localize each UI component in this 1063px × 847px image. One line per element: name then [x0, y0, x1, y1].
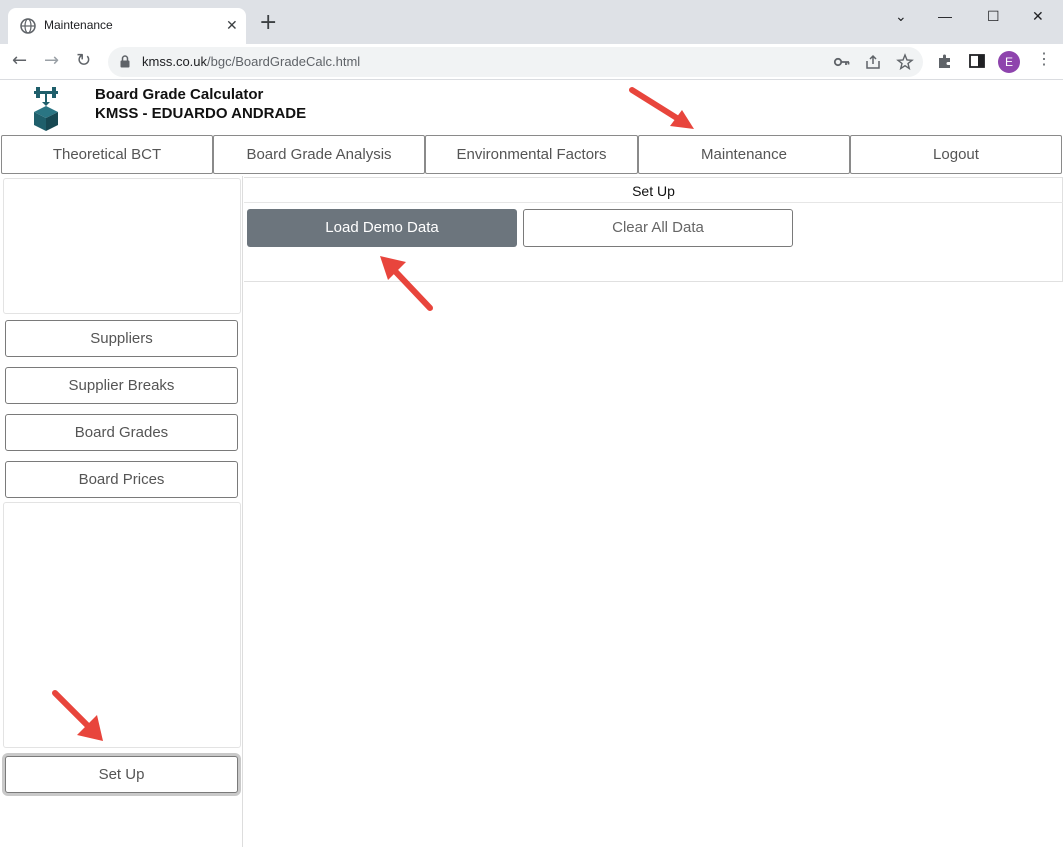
tab-theoretical-bct[interactable]: Theoretical BCT [1, 135, 213, 174]
browser-menu-icon[interactable]: ⋮ [1036, 50, 1052, 70]
logo-box-icon [34, 87, 58, 131]
window-close-icon[interactable]: ✕ [1032, 8, 1044, 25]
maximize-icon[interactable]: ☐ [987, 8, 1000, 25]
sidebar: Suppliers Supplier Breaks Board Grades B… [0, 176, 243, 847]
profile-avatar[interactable]: E [998, 51, 1020, 73]
tab-title: Maintenance [44, 18, 113, 32]
sidebar-item-board-grades[interactable]: Board Grades [5, 414, 238, 451]
globe-icon [20, 18, 36, 34]
lock-icon [120, 55, 130, 68]
sidebar-item-supplier-breaks[interactable]: Supplier Breaks [5, 367, 238, 404]
key-icon[interactable] [833, 53, 851, 71]
back-icon[interactable]: ← [12, 50, 27, 72]
tab-logout[interactable]: Logout [850, 135, 1062, 174]
share-icon[interactable] [864, 53, 882, 71]
tab-close-icon[interactable]: ✕ [226, 16, 238, 34]
sidebar-middle-panel [3, 502, 241, 748]
annotation-arrow-icon [52, 690, 103, 741]
browser-tab[interactable]: Maintenance ✕ [8, 8, 246, 44]
sidebar-item-suppliers[interactable]: Suppliers [5, 320, 238, 357]
url-text: kmss.co.uk/bgc/BoardGradeCalc.html [142, 54, 360, 69]
app-subtitle: KMSS - EDUARDO ANDRADE [95, 105, 307, 122]
new-tab-icon[interactable]: + [259, 12, 277, 34]
setup-panel: Set Up Load Demo Data Clear All Data [244, 177, 1063, 282]
side-panel-icon[interactable] [968, 52, 986, 70]
browser-toolbar: ← → ↻ kmss.co.uk/bgc/BoardGradeCalc.html… [0, 44, 1063, 80]
annotation-arrow-icon [629, 87, 694, 129]
app-title: Board Grade Calculator [95, 86, 264, 103]
clear-all-data-button[interactable]: Clear All Data [523, 209, 793, 247]
app-header: Board Grade Calculator KMSS - EDUARDO AN… [0, 81, 1063, 134]
url-path: /bgc/BoardGradeCalc.html [207, 54, 361, 69]
tab-maintenance[interactable]: Maintenance [638, 135, 850, 174]
panel-title: Set Up [632, 183, 675, 199]
extensions-icon[interactable] [936, 52, 954, 70]
tab-search-icon[interactable]: ⌄ [895, 8, 907, 25]
sidebar-top-panel [3, 178, 241, 314]
sidebar-item-board-prices[interactable]: Board Prices [5, 461, 238, 498]
tab-board-grade-analysis[interactable]: Board Grade Analysis [213, 135, 425, 174]
panel-divider [244, 202, 1063, 203]
minimize-icon[interactable]: — [938, 8, 952, 24]
bookmark-star-icon[interactable] [896, 53, 914, 71]
reload-icon[interactable]: ↻ [76, 50, 91, 72]
browser-tab-strip: Maintenance ✕ + ⌄ — ☐ ✕ [0, 0, 1063, 44]
tab-environmental-factors[interactable]: Environmental Factors [425, 135, 638, 174]
annotation-arrow-icon [380, 256, 433, 311]
forward-icon[interactable]: → [44, 50, 59, 72]
main-nav: Theoretical BCT Board Grade Analysis Env… [0, 135, 1063, 175]
url-domain: kmss.co.uk [142, 54, 208, 69]
address-bar[interactable]: kmss.co.uk/bgc/BoardGradeCalc.html [108, 47, 923, 77]
sidebar-item-set-up[interactable]: Set Up [5, 756, 238, 793]
load-demo-data-button[interactable]: Load Demo Data [247, 209, 517, 247]
